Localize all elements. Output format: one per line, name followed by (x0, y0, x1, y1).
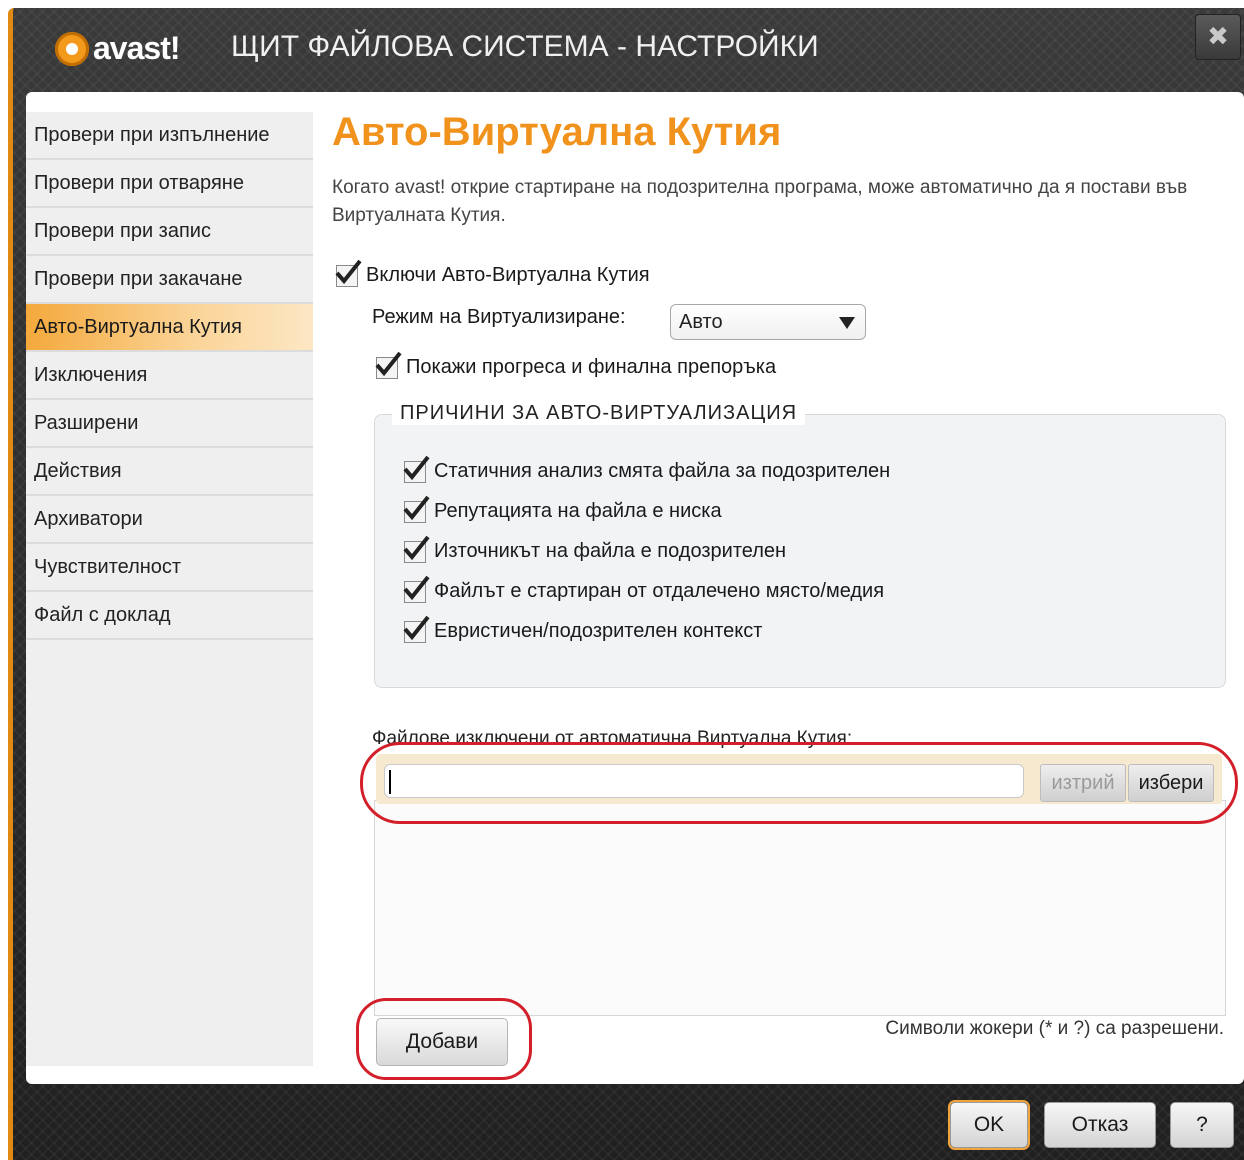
reason-checkbox-static-analysis[interactable] (403, 455, 430, 483)
close-button[interactable]: ✖ (1195, 14, 1241, 60)
sidebar-item-exclusions[interactable]: Изключения (26, 352, 313, 400)
page-description: Когато avast! открие стартиране на подоз… (332, 177, 1188, 226)
sidebar-item-scan-on-execute[interactable]: Провери при изпълнение (26, 112, 313, 160)
wildcard-note: Символи жокери (* и ?) са разрешени. (885, 1018, 1224, 1039)
reason-label: Статичния анализ смята файла за подозрит… (434, 460, 891, 482)
sidebar-item-auto-sandbox[interactable]: Авто-Виртуална Кутия (26, 304, 313, 352)
reason-row: Евристичен/подозрителен контекст (403, 615, 763, 643)
show-progress-checkbox[interactable] (375, 351, 402, 379)
enable-auto-sandbox-label: Включи Авто-Виртуална Кутия (366, 264, 650, 286)
enable-auto-sandbox-checkbox[interactable] (335, 259, 362, 287)
reason-row: Източникът на файла е подозрителен (403, 535, 787, 563)
exclusion-input-row: изтрий избери (376, 754, 1222, 804)
show-progress-row: Покажи прогреса и финална препоръка (375, 351, 777, 379)
excluded-files-list[interactable] (374, 800, 1226, 1016)
brand-name: avast! (93, 30, 180, 66)
reason-checkbox-suspicious-source[interactable] (403, 535, 430, 563)
sidebar-item-archivers[interactable]: Архиватори (26, 496, 313, 544)
mode-label: Режим на Виртуализиране: (372, 306, 626, 328)
avast-ball-icon (55, 32, 89, 66)
reason-checkbox-heuristic-context[interactable] (403, 615, 430, 643)
sidebar-item-report-file[interactable]: Файл с доклад (26, 592, 313, 640)
reason-label: Евристичен/подозрителен контекст (434, 620, 763, 642)
excluded-files-label: Файлове изключени от автоматична Виртуал… (372, 728, 853, 749)
reason-checkbox-remote-media[interactable] (403, 575, 430, 603)
window-title: ЩИТ ФАЙЛОВА СИСТЕМА - НАСТРОЙКИ (231, 30, 819, 63)
reason-label: Източникът на файла е подозрителен (434, 540, 787, 562)
chevron-down-icon (839, 317, 855, 329)
sidebar-item-advanced[interactable]: Разширени (26, 400, 313, 448)
ok-button[interactable]: OK (950, 1102, 1028, 1148)
add-button[interactable]: Добави (376, 1018, 508, 1066)
page-title: Авто-Виртуална Кутия (332, 110, 782, 154)
reason-row: Файлът е стартиран от отдалечено място/м… (403, 575, 885, 603)
checkmark-icon (403, 495, 430, 520)
settings-main: Авто-Виртуална Кутия Когато avast! откри… (332, 92, 1238, 1084)
checkmark-icon (403, 535, 430, 560)
reasons-legend: ПРИЧИНИ ЗА АВТО-ВИРТУАЛИЗАЦИЯ (392, 402, 806, 425)
cancel-button[interactable]: Отказ (1044, 1102, 1156, 1148)
reason-label: Файлът е стартиран от отдалечено място/м… (434, 580, 885, 602)
sidebar-item-scan-on-attach[interactable]: Провери при закачане (26, 256, 313, 304)
sidebar-item-scan-on-write[interactable]: Провери при запис (26, 208, 313, 256)
checkmark-icon (403, 575, 430, 600)
reason-row: Репутацията на файла е ниска (403, 495, 722, 523)
sidebar-item-actions[interactable]: Действия (26, 448, 313, 496)
show-progress-label: Покажи прогреса и финална препоръка (406, 356, 777, 378)
exclusion-path-input[interactable] (384, 764, 1024, 798)
checkmark-icon (335, 259, 362, 284)
content-panel: Провери при изпълнение Провери при отвар… (26, 92, 1244, 1084)
reason-checkbox-low-reputation[interactable] (403, 495, 430, 523)
mode-select[interactable]: Авто (670, 304, 866, 340)
clear-button[interactable]: изтрий (1040, 764, 1126, 802)
enable-auto-sandbox-row: Включи Авто-Виртуална Кутия (335, 259, 650, 287)
title-bar: avast! ЩИТ ФАЙЛОВА СИСТЕМА - НАСТРОЙКИ ✖ (13, 8, 1244, 86)
sidebar-item-sensitivity[interactable]: Чувствителност (26, 544, 313, 592)
browse-button[interactable]: избери (1128, 764, 1214, 802)
checkmark-icon (375, 351, 402, 376)
help-button[interactable]: ? (1170, 1102, 1234, 1148)
sidebar-item-scan-on-open[interactable]: Провери при отваряне (26, 160, 313, 208)
reason-label: Репутацията на файла е ниска (434, 500, 722, 522)
avast-logo: avast! (45, 24, 245, 80)
reason-row: Статичния анализ смята файла за подозрит… (403, 455, 891, 483)
checkmark-icon (403, 455, 430, 480)
sidebar: Провери при изпълнение Провери при отвар… (26, 112, 313, 1066)
checkmark-icon (403, 615, 430, 640)
mode-select-value: Авто (679, 310, 723, 333)
